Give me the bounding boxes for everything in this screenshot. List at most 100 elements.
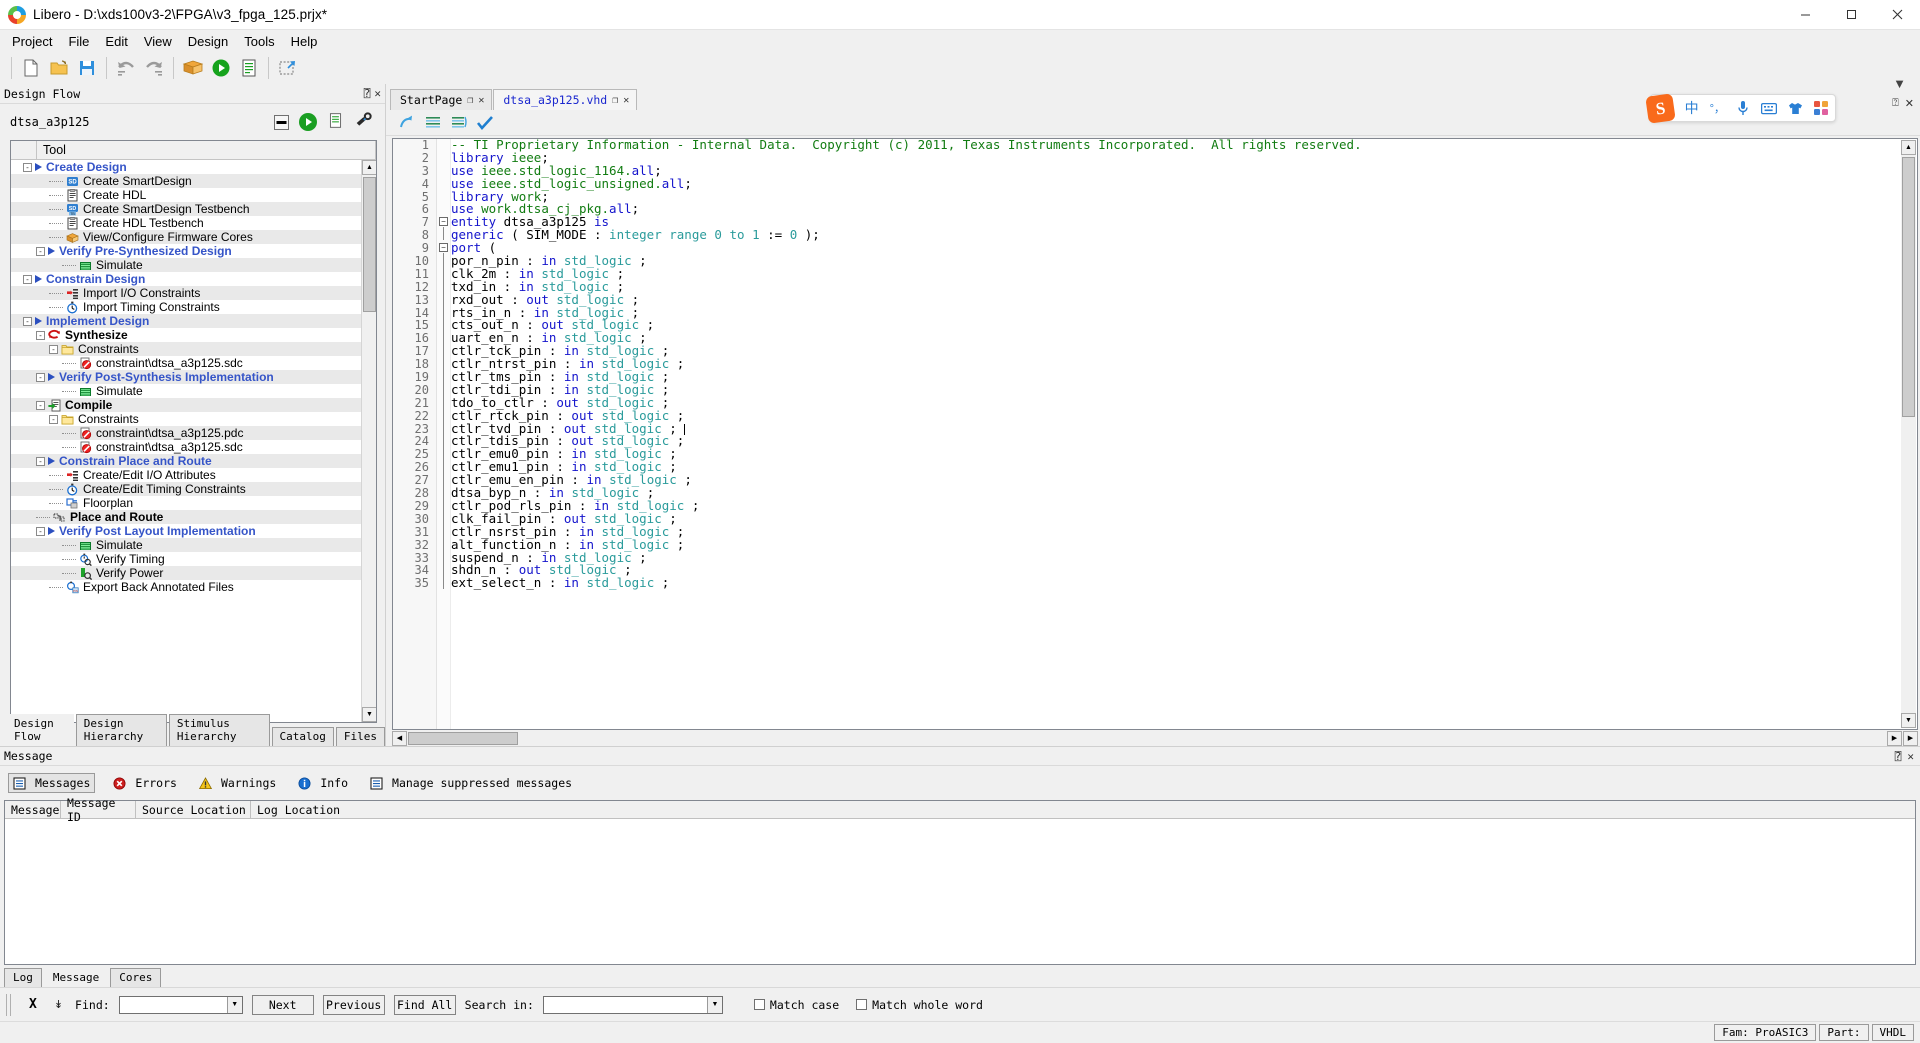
design-flow-item[interactable]: - Constraints <box>11 412 361 426</box>
code-text-area[interactable]: -- TI Proprietary Information - Internal… <box>451 139 1917 729</box>
tree-expander[interactable]: - <box>36 526 45 536</box>
find-input[interactable]: ▼ <box>118 995 243 1014</box>
scroll-down-button[interactable]: ▼ <box>362 707 376 722</box>
export-icon[interactable] <box>274 54 302 82</box>
design-flow-item[interactable]: constraint\dtsa_a3p125.pdc <box>11 426 361 440</box>
run-icon[interactable] <box>207 54 235 82</box>
editor-scroll-down-button[interactable]: ▼ <box>1901 713 1916 728</box>
editor-float-icon[interactable]: ⍰ <box>1892 97 1899 110</box>
tree-expander[interactable]: - <box>36 330 45 340</box>
find-next-button[interactable]: Next <box>251 994 314 1015</box>
tree-column-blank[interactable] <box>11 141 37 159</box>
design-flow-item[interactable]: - Verify Post Layout Implementation <box>11 524 361 538</box>
column-log-location[interactable]: Log Location <box>251 801 1915 818</box>
editor-scrollbar-thumb[interactable] <box>1902 157 1915 417</box>
design-flow-item[interactable]: Create HDL <box>11 188 361 202</box>
design-flow-item[interactable]: Place and Route <box>11 510 361 524</box>
design-flow-item[interactable]: - Constrain Design <box>11 272 361 286</box>
report-icon[interactable] <box>235 54 263 82</box>
editor-tab-float-icon[interactable]: ❐ <box>467 95 473 106</box>
design-flow-item[interactable]: constraint\dtsa_a3p125.sdc <box>11 440 361 454</box>
skin-icon[interactable] <box>1788 101 1803 116</box>
design-flow-item[interactable]: - Implement Design <box>11 314 361 328</box>
design-panel-tab[interactable]: Catalog <box>271 727 334 746</box>
keyboard-icon[interactable] <box>1761 102 1777 115</box>
tree-expander[interactable]: - <box>23 162 32 172</box>
search-in-select[interactable]: ▼ <box>542 995 723 1014</box>
redo-icon[interactable] <box>140 54 168 82</box>
search-in-dropdown-arrow-icon[interactable]: ▼ <box>706 996 722 1013</box>
design-flow-item[interactable]: Simulate <box>11 258 361 272</box>
message-filter-button[interactable]: Info <box>294 774 352 792</box>
editor-tab-close-icon[interactable]: ✕ <box>623 95 629 106</box>
maximize-button[interactable] <box>1828 0 1874 30</box>
design-flow-item[interactable]: SD Create SmartDesign <box>11 174 361 188</box>
message-table[interactable]: Message Message ID Source Location Log L… <box>4 796 1916 965</box>
message-filter-button[interactable]: Messages <box>8 773 96 793</box>
project-settings-icon[interactable] <box>179 54 207 82</box>
message-filter-button[interactable]: Manage suppressed messages <box>366 774 576 792</box>
check-syntax-icon[interactable] <box>474 112 496 134</box>
design-flow-item[interactable]: Create/Edit I/O Attributes <box>11 468 361 482</box>
collapse-all-button[interactable]: ▬ <box>274 114 289 130</box>
tree-expander[interactable]: - <box>36 372 45 382</box>
column-source-location[interactable]: Source Location <box>136 801 251 818</box>
code-editor[interactable]: 1 2 3 4 5 6 7 8 9 10 11 12 13 14 15 16 17 18 19 20 21 22 23 24 2… <box>392 138 1918 730</box>
tree-expander[interactable]: - <box>49 414 58 424</box>
design-flow-item[interactable]: Simulate <box>11 538 361 552</box>
run-flow-button[interactable] <box>299 113 317 131</box>
column-message[interactable]: Message <box>5 801 61 818</box>
message-filter-button[interactable]: Warnings <box>195 774 280 792</box>
menu-file[interactable]: File <box>60 32 97 51</box>
design-flow-item[interactable]: Import Timing Constraints <box>11 300 361 314</box>
find-all-button[interactable]: Find All <box>393 994 456 1015</box>
ime-chinese-mode-icon[interactable]: 中 <box>1685 98 1699 118</box>
design-flow-item[interactable]: - Constraints <box>11 342 361 356</box>
tree-expander[interactable]: - <box>23 316 32 326</box>
tree-expander[interactable]: - <box>49 344 58 354</box>
design-flow-item[interactable]: Verify Timing <box>11 552 361 566</box>
editor-horizontal-scrollbar[interactable]: ◀ ▶ ▶ <box>392 730 1918 746</box>
match-whole-word-box-icon[interactable] <box>856 999 868 1010</box>
design-flow-item[interactable]: Create/Edit Timing Constraints <box>11 482 361 496</box>
column-message-id[interactable]: Message ID <box>61 796 136 824</box>
editor-tab[interactable]: StartPage ❐ ✕ <box>390 89 493 110</box>
design-flow-item[interactable]: - Compile <box>11 398 361 412</box>
new-file-icon[interactable] <box>17 54 45 82</box>
ime-punctuation-icon[interactable]: °， <box>1710 100 1725 116</box>
design-flow-item[interactable]: Simulate <box>11 384 361 398</box>
tree-expander[interactable]: - <box>23 274 32 284</box>
editor-scroll-up-button[interactable]: ▲ <box>1901 140 1916 155</box>
close-find-bar-button[interactable]: X <box>24 997 42 1012</box>
tree-expander[interactable]: - <box>36 456 45 466</box>
find-previous-button[interactable]: Previous <box>322 994 385 1015</box>
menu-help[interactable]: Help <box>283 32 326 51</box>
close-button[interactable] <box>1874 0 1920 30</box>
code-folding-column[interactable]: − − <box>437 139 451 729</box>
bottom-tab[interactable]: Log <box>4 968 42 987</box>
design-flow-item[interactable]: Verify Power <box>11 566 361 580</box>
design-flow-item[interactable]: - Verify Post-Synthesis Implementation <box>11 370 361 384</box>
design-flow-item[interactable]: - Verify Pre-Synthesized Design <box>11 244 361 258</box>
find-input-value[interactable] <box>120 997 227 1013</box>
editor-scroll-right-button[interactable]: ▶ <box>1887 730 1902 746</box>
code-fold-toggle[interactable]: − <box>439 217 448 227</box>
sogou-ime-logo-icon[interactable]: S <box>1644 92 1676 124</box>
menu-design[interactable]: Design <box>180 32 236 51</box>
design-flow-item[interactable]: constraint\dtsa_a3p125.sdc <box>11 356 361 370</box>
design-flow-item[interactable]: Import I/O Constraints <box>11 286 361 300</box>
match-case-box-icon[interactable] <box>753 999 765 1010</box>
editor-vertical-scrollbar[interactable]: ▲ ▼ <box>1901 140 1916 728</box>
editor-tab[interactable]: dtsa_a3p125.vhd ❐ ✕ <box>493 89 638 110</box>
message-filter-button[interactable]: Errors <box>109 774 181 792</box>
chevron-toggle-icon[interactable]: ↡ <box>51 998 66 1011</box>
menu-edit[interactable]: Edit <box>97 32 135 51</box>
menu-view[interactable]: View <box>136 32 180 51</box>
design-panel-tab[interactable]: Files <box>335 727 385 746</box>
mic-icon[interactable] <box>1736 100 1750 116</box>
find-dropdown-arrow-icon[interactable]: ▼ <box>226 996 242 1013</box>
apps-icon[interactable] <box>1814 101 1828 115</box>
configure-options-icon[interactable] <box>354 112 373 132</box>
bottom-tab[interactable]: Cores <box>110 968 162 987</box>
design-flow-item[interactable]: PIN Export Back Annotated Files <box>11 580 361 594</box>
